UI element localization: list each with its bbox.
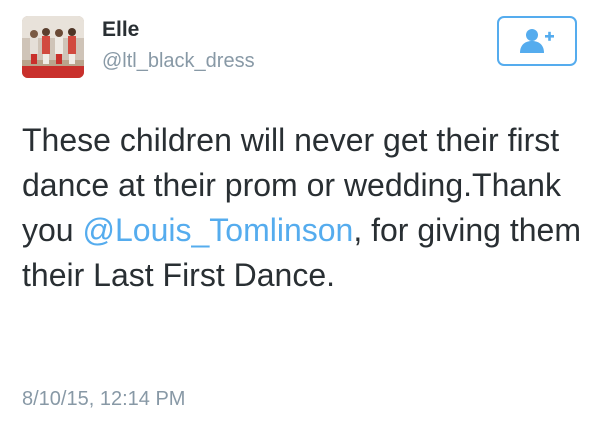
follow-button[interactable] <box>497 16 577 66</box>
avatar-photo <box>22 16 84 78</box>
timestamp[interactable]: 8/10/15, 12:14 PM <box>22 388 185 410</box>
add-user-icon <box>520 29 554 53</box>
mention-link[interactable]: @Louis_Tomlinson <box>82 212 353 248</box>
avatar[interactable] <box>22 16 84 78</box>
user-name[interactable]: Elle <box>102 18 139 42</box>
user-handle[interactable]: @ltl_black_dress <box>102 50 255 72</box>
tweet-text: These children will never get their firs… <box>22 118 582 298</box>
